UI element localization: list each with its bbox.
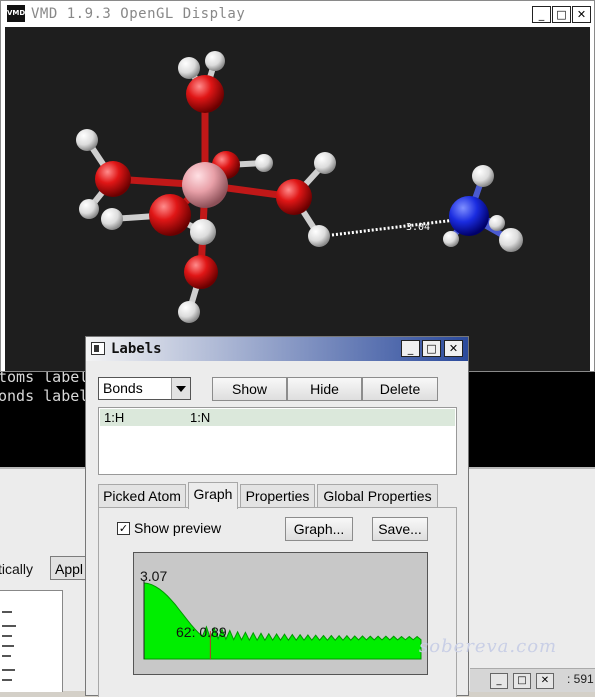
- cursor-value-label: 62: 0.89: [176, 624, 227, 640]
- minimize-button[interactable]: _: [532, 6, 551, 23]
- show-preview-label: Show preview: [134, 520, 222, 536]
- hide-button[interactable]: Hide: [287, 377, 362, 401]
- labels-dialog[interactable]: Labels _ □ ✕ Bonds Show Hide Delete 1:H …: [85, 336, 469, 697]
- list-item[interactable]: 1:H 1:N: [100, 409, 455, 426]
- opengl-viewport[interactable]: 3.04: [5, 27, 590, 371]
- minimize-icon[interactable]: _: [490, 673, 508, 689]
- labels-list[interactable]: 1:H 1:N: [98, 407, 457, 475]
- tab-picked-atom[interactable]: Picked Atom: [98, 484, 186, 508]
- show-button[interactable]: Show: [212, 377, 287, 401]
- vmd-app-icon: VMD: [7, 5, 25, 22]
- tab-properties[interactable]: Properties: [240, 484, 315, 508]
- status-coordinate: : 591: [567, 672, 594, 686]
- label-type-select[interactable]: Bonds: [98, 377, 191, 400]
- atom2-cell: 1:N: [190, 410, 211, 425]
- vmd-titlebar[interactable]: VMD VMD 1.9.3 OpenGL Display _ □ ✕: [1, 1, 594, 27]
- graph-preview: 3.07 62: 0.89: [133, 552, 428, 675]
- close-icon[interactable]: ✕: [536, 673, 554, 689]
- tab-graph[interactable]: Graph: [188, 482, 238, 509]
- maximize-icon[interactable]: □: [513, 673, 531, 689]
- dialog-title: Labels: [111, 341, 162, 357]
- background-label: tically: [0, 561, 34, 577]
- molecule-render: 3.04: [76, 51, 523, 323]
- hbond-label-line: [331, 218, 456, 237]
- maximize-button[interactable]: □: [552, 6, 571, 23]
- console-line: onds label: [0, 387, 89, 405]
- plot-area: [143, 581, 422, 660]
- series-area: [143, 582, 422, 660]
- atom1-cell: 1:H: [104, 410, 125, 425]
- graph-button[interactable]: Graph...: [285, 517, 353, 541]
- max-value-label: 3.07: [140, 568, 167, 584]
- show-preview-checkbox[interactable]: ✓: [117, 522, 130, 535]
- dialog-icon: [91, 342, 105, 355]
- background-statusbar: _ □ ✕ : 591: [470, 668, 595, 692]
- close-button[interactable]: ✕: [572, 6, 591, 23]
- chevron-down-icon[interactable]: [171, 378, 190, 399]
- dialog-titlebar[interactable]: Labels _ □ ✕: [86, 337, 468, 361]
- document-thumbnail: [0, 590, 63, 692]
- save-button[interactable]: Save...: [372, 517, 428, 541]
- vmd-display-window[interactable]: VMD VMD 1.9.3 OpenGL Display _ □ ✕ 3.04: [0, 0, 595, 372]
- graph-plot: 3.07 62: 0.89: [140, 568, 422, 660]
- close-button[interactable]: ✕: [444, 340, 463, 357]
- apply-button[interactable]: Appl: [50, 556, 86, 580]
- delete-button[interactable]: Delete: [362, 377, 438, 401]
- maximize-button[interactable]: □: [422, 340, 441, 357]
- watermark: sobereva.com: [419, 636, 558, 657]
- minimize-button[interactable]: _: [401, 340, 420, 357]
- window-title: VMD 1.9.3 OpenGL Display: [31, 6, 246, 22]
- atoms: [76, 51, 523, 323]
- tab-global-properties[interactable]: Global Properties: [317, 484, 438, 508]
- bond-length-label: 3.04: [406, 222, 430, 233]
- label-type-value: Bonds: [103, 380, 143, 396]
